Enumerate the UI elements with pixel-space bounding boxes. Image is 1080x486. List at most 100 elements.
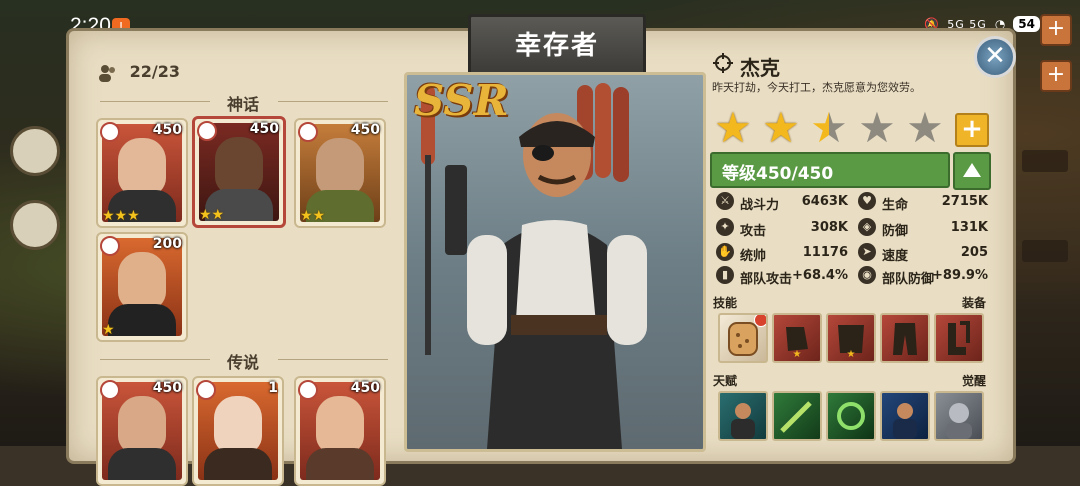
hero-stars: ★★ [199, 207, 225, 223]
level-up-button[interactable] [953, 152, 991, 190]
empty-star-icon: ★ [906, 103, 944, 152]
notification-dot [754, 315, 766, 327]
talent-slot[interactable] [826, 391, 876, 441]
pants-icon [893, 323, 917, 355]
stat-troop-attack: ▮ 部队攻击 +68.4% [716, 266, 848, 287]
talent-slot[interactable] [772, 391, 822, 441]
medic-class-icon [196, 380, 216, 400]
class-icon [100, 122, 120, 142]
class-icon [100, 236, 120, 256]
event-tag[interactable] [1022, 240, 1068, 262]
survivors-icon [99, 64, 115, 82]
hero-stars: ★★★ [102, 208, 140, 224]
left-hud [0, 60, 70, 446]
stat-value: 6463K [801, 194, 848, 209]
shield-icon: ◈ [858, 218, 876, 236]
equipment-slot-armor[interactable]: ★ [826, 313, 876, 363]
hero-card-selected[interactable]: 450 ★★ [192, 116, 286, 228]
stat-value: 131K [950, 220, 988, 235]
stat-value: +68.4% [792, 268, 848, 283]
stat-label: 战斗力 [740, 198, 780, 213]
hero-level: 1 [268, 380, 278, 396]
hero-stars: ★★ [300, 208, 326, 224]
hero-card[interactable]: 200 ★ [96, 232, 188, 342]
attack-icon: ✦ [716, 218, 734, 236]
stat-command: ✋ 统帅 11176 [716, 243, 848, 264]
hero-card[interactable]: 450 ★★★ [96, 118, 188, 228]
rarity-badge: SSR [414, 76, 509, 125]
vortex-talent-icon [837, 402, 865, 430]
stat-value: 11176 [802, 245, 848, 260]
troop-defense-icon: ◉ [858, 266, 876, 284]
talent-label: 天赋 [713, 374, 738, 388]
stat-label: 防御 [882, 224, 909, 239]
armor-icon: ★ [838, 325, 864, 360]
stat-speed: ➤ 速度 205 [858, 243, 988, 264]
hero-talent-icon [731, 403, 755, 439]
skill-slot[interactable] [718, 313, 768, 363]
skills-label: 技能 [713, 296, 738, 310]
half-star-icon: ★ [806, 106, 852, 150]
hero-level: 450 [350, 122, 380, 138]
empty-star-icon: ★ [858, 103, 896, 152]
star-upgrade-button[interactable]: + [955, 113, 989, 147]
arrow-up-icon [963, 163, 981, 177]
speed-icon: ➤ [858, 243, 876, 261]
hero-illustration [421, 83, 647, 449]
hero-artwork [404, 72, 706, 452]
hero-level: 200 [152, 236, 182, 252]
troop-attack-icon: ▮ [716, 266, 734, 284]
stat-label: 生命 [882, 198, 909, 213]
hero-card[interactable]: 450 [294, 376, 386, 486]
hud-tool-button[interactable] [10, 200, 60, 250]
level-text: 等级450/450 [722, 164, 834, 184]
star-icon: ★ [762, 103, 800, 152]
equipment-slot-pants[interactable] [880, 313, 930, 363]
stat-value: +89.9% [932, 268, 988, 283]
talent-slot[interactable] [880, 391, 930, 441]
stat-value: 2715K [941, 194, 988, 209]
battery-indicator: 54 [1013, 16, 1040, 32]
hero-blue-talent-icon [893, 403, 917, 439]
awaken-portrait-icon [946, 403, 972, 439]
class-icon [100, 380, 120, 400]
awaken-slot[interactable] [934, 391, 984, 441]
hero-description: 昨天打劫，今天打工，杰克愿意为您效劳。 [712, 81, 921, 94]
hud-avatar-button[interactable] [10, 126, 60, 176]
stat-label: 部队攻击 [740, 272, 793, 287]
close-button[interactable]: ✕ [974, 36, 1016, 78]
section-legendary-title: 传说 [226, 353, 259, 372]
equipment-slot-boots[interactable] [934, 313, 984, 363]
level-bar: 等级450/450 [710, 152, 950, 188]
hero-level: 450 [350, 380, 380, 396]
hero-level: 450 [152, 380, 182, 396]
missile-talent-icon [780, 401, 812, 433]
talent-slot[interactable] [718, 391, 768, 441]
right-hud: + + [1010, 14, 1080, 446]
stat-defense: ◈ 防御 131K [858, 218, 988, 239]
svg-text:★: ★ [847, 349, 856, 360]
hero-card[interactable]: 1 [192, 376, 284, 486]
equipment-slot-gloves[interactable]: ★ [772, 313, 822, 363]
roster-count-value: 22/23 [129, 62, 180, 81]
hero-card[interactable]: 450 [96, 376, 188, 486]
stat-label: 部队防御 [882, 272, 935, 287]
hero-card[interactable]: 450 ★★ [294, 118, 386, 228]
stat-troop-defense: ◉ 部队防御 +89.9% [858, 266, 988, 287]
event-tag[interactable] [1022, 150, 1068, 172]
stat-label: 统帅 [740, 249, 767, 264]
star-icon: ★ [714, 103, 752, 152]
heart-icon: ♥ [858, 192, 876, 210]
add-resource-button[interactable]: + [1040, 60, 1072, 92]
stat-label: 速度 [882, 249, 909, 264]
equipment-label: 装备 [962, 296, 987, 310]
add-resource-button-top[interactable]: + [1040, 14, 1072, 46]
stat-value: 205 [960, 245, 988, 260]
class-icon [298, 380, 318, 400]
class-icon [197, 121, 217, 141]
class-icon [298, 122, 318, 142]
stat-attack: ✦ 攻击 308K [716, 218, 848, 239]
awaken-label: 觉醒 [962, 374, 987, 388]
crosshair-class-icon [713, 53, 733, 73]
divider [278, 101, 388, 102]
